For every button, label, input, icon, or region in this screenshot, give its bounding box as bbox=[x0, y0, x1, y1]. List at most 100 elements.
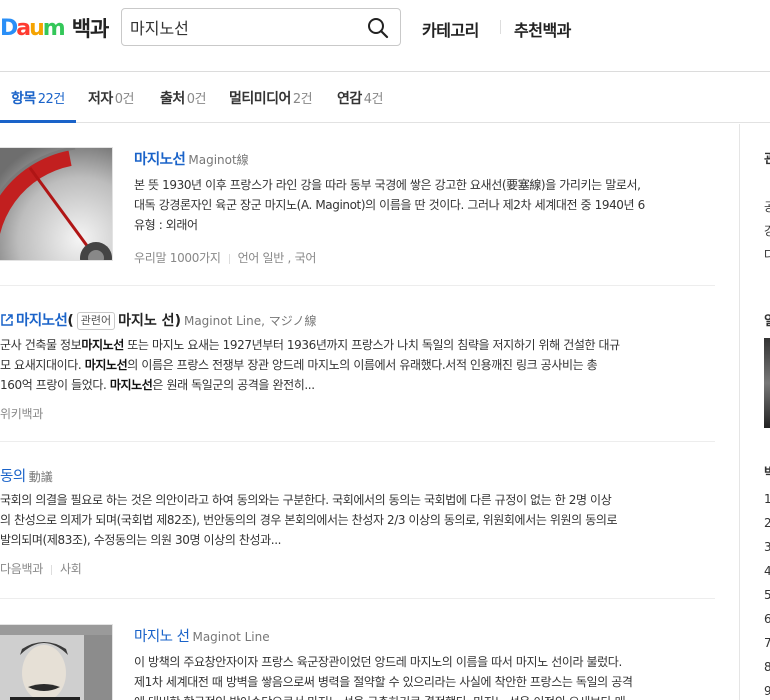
result-description[interactable]: 이 방책의 주요창안자이자 프랑스 육군장관이었던 앙드레 마지노의 이름을 따… bbox=[134, 652, 714, 700]
rank-number: 9 bbox=[764, 684, 770, 698]
sidebar-text[interactable]: 강 bbox=[764, 222, 770, 239]
desc-line: 160억 프랑이 들었다. 마지노선은 원래 독일군의 공격을 완전히... bbox=[0, 378, 315, 392]
desc-line: 군사 건축물 정보마지노선 또는 마지노 요새는 1927년부터 1936년까지… bbox=[0, 338, 620, 352]
desc-line: 에 대비한 항구적인 방어수단으로서 마지노 선을 구축하기로 결정했다. 마지… bbox=[134, 692, 714, 700]
result-title-link[interactable]: 마지노선 bbox=[16, 313, 68, 329]
search-icon bbox=[368, 18, 389, 39]
header: Daum 백과 카테고리 추천백과 bbox=[0, 0, 770, 72]
meta-divider bbox=[50, 564, 52, 575]
daum-logo[interactable]: Daum 백과 bbox=[0, 13, 110, 43]
result-meta: 우리말 1000가지 언어 일반 , 국어 bbox=[134, 249, 316, 266]
item-divider bbox=[0, 598, 715, 599]
gauge-image bbox=[0, 148, 112, 260]
rank-number: 2 bbox=[764, 516, 770, 530]
source-link[interactable]: 다음백과 bbox=[0, 562, 43, 576]
related-term-badge: 관련어 bbox=[76, 312, 116, 330]
tab-authors[interactable]: 저자 0건 bbox=[88, 88, 135, 108]
active-tab-indicator bbox=[0, 120, 76, 123]
sidebar-text[interactable]: 다 bbox=[764, 246, 770, 263]
result-description[interactable]: 군사 건축물 정보마지노선 또는 마지노 요새는 1927년부터 1936년까지… bbox=[0, 335, 700, 395]
sidebar-heading: 관 bbox=[764, 152, 770, 167]
external-link-icon bbox=[1, 314, 13, 326]
search-button[interactable] bbox=[366, 16, 390, 40]
logo-wordmark: Daum bbox=[0, 15, 66, 41]
result-tabs: 항목 22건 저자 0건 출처 0건 멀티미디어 2건 연감 4건 bbox=[0, 73, 770, 123]
item-divider bbox=[0, 285, 715, 286]
tab-items[interactable]: 항목 22건 bbox=[11, 88, 65, 108]
tab-label: 멀티미디어 bbox=[229, 91, 291, 107]
tab-yearbook[interactable]: 연감 4건 bbox=[337, 88, 384, 108]
result-subtitle: Maginot Line, マジノ線 bbox=[183, 314, 317, 328]
category-link[interactable]: 사회 bbox=[60, 562, 82, 576]
tab-count: 22건 bbox=[37, 92, 66, 107]
desc-line: 발의되며(제83조), 수정동의는 의원 30명 이상의 찬성과... bbox=[0, 533, 282, 547]
rank-number: 6 bbox=[764, 612, 770, 626]
related-term: 마지노 선 bbox=[118, 313, 175, 329]
source-link[interactable]: 우리말 1000가지 bbox=[134, 251, 221, 265]
tab-label: 저자 bbox=[88, 91, 113, 107]
sidebar: 관 공 강 다 일 박 1 2 3 4 5 6 7 8 9 bbox=[740, 124, 770, 700]
item-divider bbox=[0, 441, 715, 442]
tab-count: 2건 bbox=[292, 92, 313, 107]
desc-line: 국회의 의결을 필요로 하는 것은 의안이라고 하여 동의와는 구분한다. 국회… bbox=[0, 493, 612, 507]
nav-recommended[interactable]: 추천백과 bbox=[514, 17, 571, 41]
desc-line: 제1차 세계대전 때 방벽을 쌓음으로써 병력을 절약할 수 있으리라는 사실에… bbox=[134, 675, 633, 689]
tab-count: 0건 bbox=[186, 92, 207, 107]
source-link[interactable]: 위키백과 bbox=[0, 407, 43, 421]
meta-divider bbox=[228, 253, 230, 264]
logo-letter: D bbox=[0, 15, 18, 41]
sidebar-heading: 박 bbox=[764, 466, 770, 481]
result-title-row: 마지노선 Maginot線 bbox=[134, 148, 249, 169]
result-type: 유형 : 외래어 bbox=[134, 218, 198, 232]
tab-label: 출처 bbox=[160, 91, 185, 107]
desc-line: 본 뜻 1930년 이후 프랑스가 라인 강을 따라 동부 국경에 쌓은 강고한… bbox=[134, 178, 641, 192]
tab-count: 0건 bbox=[114, 92, 135, 107]
portrait-photo bbox=[0, 625, 112, 700]
result-title-link[interactable]: 마지노 선 bbox=[134, 629, 190, 645]
logo-letter: u bbox=[29, 15, 45, 41]
result-title-row: 동의 動議 bbox=[0, 465, 53, 486]
tab-sources[interactable]: 출처 0건 bbox=[160, 88, 207, 108]
result-meta: 위키백과 bbox=[0, 405, 43, 422]
paren: ) bbox=[174, 313, 181, 329]
result-title-row: 마지노 선 Maginot Line bbox=[134, 625, 270, 646]
result-list: 마지노선 Maginot線 본 뜻 1930년 이후 프랑스가 라인 강을 따라 … bbox=[0, 124, 740, 700]
sidebar-heading: 일 bbox=[764, 314, 770, 329]
category-link[interactable]: 언어 일반 , 국어 bbox=[238, 251, 317, 265]
result-subtitle: 動議 bbox=[28, 470, 53, 484]
rank-number: 1 bbox=[764, 492, 770, 506]
result-description[interactable]: 국회의 의결을 필요로 하는 것은 의안이라고 하여 동의와는 구분한다. 국회… bbox=[0, 490, 700, 550]
tab-count: 4건 bbox=[363, 92, 384, 107]
rank-number: 7 bbox=[764, 636, 770, 650]
rank-number: 3 bbox=[764, 540, 770, 554]
result-meta: 다음백과 사회 bbox=[0, 560, 82, 577]
result-description[interactable]: 본 뜻 1930년 이후 프랑스가 라인 강을 따라 동부 국경에 쌓은 강고한… bbox=[134, 175, 714, 235]
logo-letter: a bbox=[16, 15, 31, 41]
result-subtitle: Maginot Line bbox=[192, 630, 270, 644]
desc-line: 대독 강경론자인 육군 장군 마지노(A. Maginot)의 이름을 딴 것이… bbox=[134, 198, 645, 212]
paren: ( bbox=[67, 313, 74, 329]
rank-number: 4 bbox=[764, 564, 770, 578]
desc-line: 이 방책의 주요창안자이자 프랑스 육군장관이었던 앙드레 마지노의 이름을 따… bbox=[134, 655, 622, 669]
rank-number: 5 bbox=[764, 588, 770, 602]
nav-divider bbox=[500, 20, 501, 34]
tab-label: 항목 bbox=[11, 91, 36, 107]
result-subtitle: Maginot線 bbox=[188, 153, 249, 167]
result-thumbnail[interactable] bbox=[0, 147, 113, 261]
search-box bbox=[121, 8, 401, 46]
desc-line: 모 요새지대이다. 마지노선의 이름은 프랑스 전쟁부 장관 앙드레 마지노의 … bbox=[0, 358, 598, 372]
nav-category[interactable]: 카테고리 bbox=[422, 17, 479, 41]
tab-multimedia[interactable]: 멀티미디어 2건 bbox=[229, 88, 313, 108]
service-name: 백과 bbox=[71, 17, 110, 41]
result-title-link[interactable]: 동의 bbox=[0, 469, 26, 485]
rank-number: 8 bbox=[764, 660, 770, 674]
search-input[interactable] bbox=[130, 9, 360, 45]
result-thumbnail[interactable] bbox=[0, 624, 113, 700]
result-title-link[interactable]: 마지노선 bbox=[134, 152, 186, 168]
result-title-row: 마지노선(관련어 마지노 선) Maginot Line, マジノ線 bbox=[0, 309, 317, 330]
sidebar-text[interactable]: 공 bbox=[764, 198, 770, 215]
desc-line: 의 찬성으로 의제가 되며(국회법 제82조), 번안동의의 경우 본회의에서는… bbox=[0, 513, 618, 527]
tab-label: 연감 bbox=[337, 91, 362, 107]
sidebar-image[interactable] bbox=[764, 338, 770, 428]
logo-letter: m bbox=[42, 15, 66, 41]
